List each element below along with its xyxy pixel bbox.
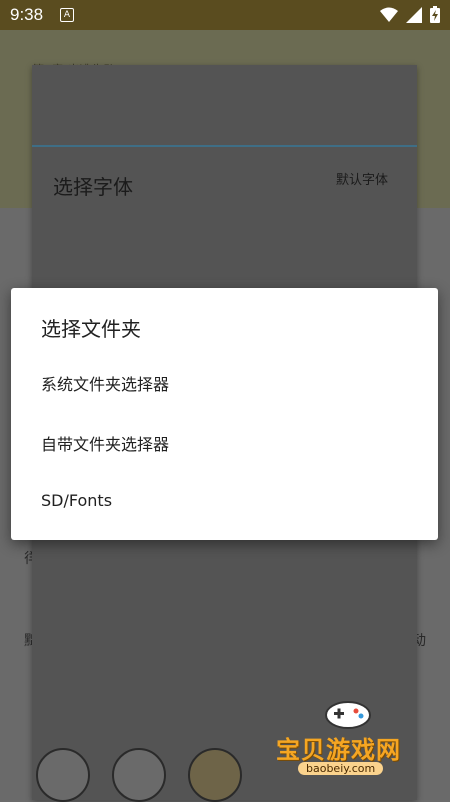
gamepad-icon bbox=[325, 701, 371, 729]
dialog-title: 选择文件夹 bbox=[41, 317, 141, 341]
watermark-text: 宝贝游戏网 bbox=[276, 736, 401, 764]
theme-circle[interactable] bbox=[112, 748, 166, 802]
notification-icon: A bbox=[60, 8, 74, 22]
panel-divider bbox=[32, 145, 417, 147]
watermark-url: baobeiy.com bbox=[298, 762, 384, 775]
watermark-logo: 宝贝游戏网 baobeiy.com bbox=[268, 690, 438, 790]
status-time: 9:38 bbox=[10, 5, 44, 24]
theme-circle[interactable] bbox=[188, 748, 242, 802]
system-folder-picker-option[interactable]: 系统文件夹选择器 bbox=[41, 371, 421, 395]
wifi-icon bbox=[380, 7, 398, 22]
signal-icon bbox=[406, 6, 422, 23]
theme-circle[interactable] bbox=[36, 748, 90, 802]
select-folder-dialog: 选择文件夹 系统文件夹选择器 自带文件夹选择器 SD/Fonts bbox=[11, 288, 438, 540]
sd-fonts-option[interactable]: SD/Fonts bbox=[41, 491, 421, 510]
status-icons bbox=[380, 6, 440, 23]
status-bar: 9:38 A bbox=[0, 0, 450, 30]
font-panel-title: 选择字体 bbox=[53, 175, 133, 199]
battery-charging-icon bbox=[430, 6, 440, 23]
default-font-button[interactable]: 默认字体 bbox=[336, 169, 388, 188]
builtin-folder-picker-option[interactable]: 自带文件夹选择器 bbox=[41, 431, 421, 455]
